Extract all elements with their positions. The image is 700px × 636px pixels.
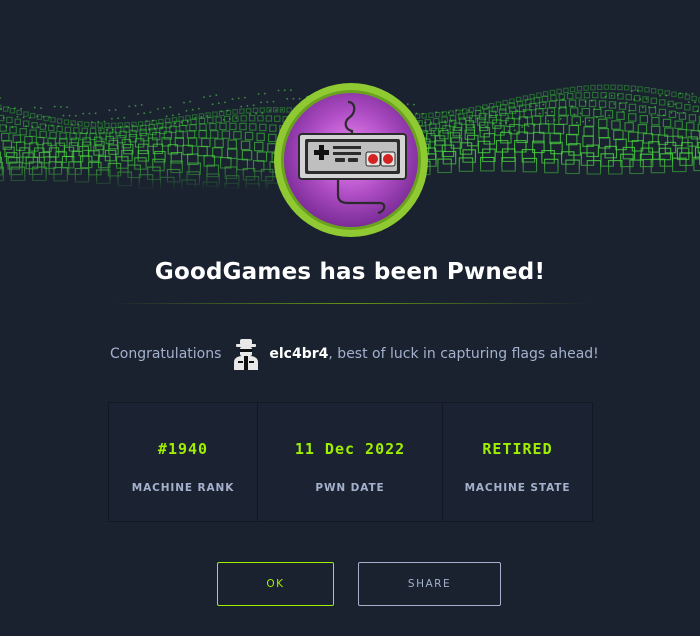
stat-pwn-date: 11 Dec 2022 PWN DATE xyxy=(257,403,442,521)
title-divider xyxy=(112,303,588,304)
congrats-suffix: , best of luck in capturing flags ahead! xyxy=(328,346,599,362)
hacker-avatar-icon xyxy=(231,338,261,370)
share-button[interactable]: SHARE xyxy=(358,562,501,606)
congrats-prefix: Congratulations xyxy=(110,346,222,362)
stat-machine-rank: #1940 MACHINE RANK xyxy=(109,403,257,521)
machine-rank-label: MACHINE RANK xyxy=(131,482,235,494)
machine-logo xyxy=(272,81,430,239)
stat-machine-state: RETIRED MACHINE STATE xyxy=(442,403,592,521)
ok-button[interactable]: OK xyxy=(217,562,334,606)
machine-rank-value: #1940 xyxy=(157,440,209,458)
machine-state-value: RETIRED xyxy=(482,440,553,458)
username-link[interactable]: elc4br4 xyxy=(269,346,328,362)
stats-panel: #1940 MACHINE RANK 11 Dec 2022 PWN DATE … xyxy=(108,402,593,522)
pwn-date-value: 11 Dec 2022 xyxy=(294,440,406,458)
machine-state-label: MACHINE STATE xyxy=(464,482,571,494)
page-title: GoodGames has been Pwned! xyxy=(154,259,546,285)
pwn-date-label: PWN DATE xyxy=(315,482,385,494)
congrats-message: Congratulations elc4br4 , best of luck i… xyxy=(110,337,599,371)
gamepad-icon xyxy=(274,83,428,237)
